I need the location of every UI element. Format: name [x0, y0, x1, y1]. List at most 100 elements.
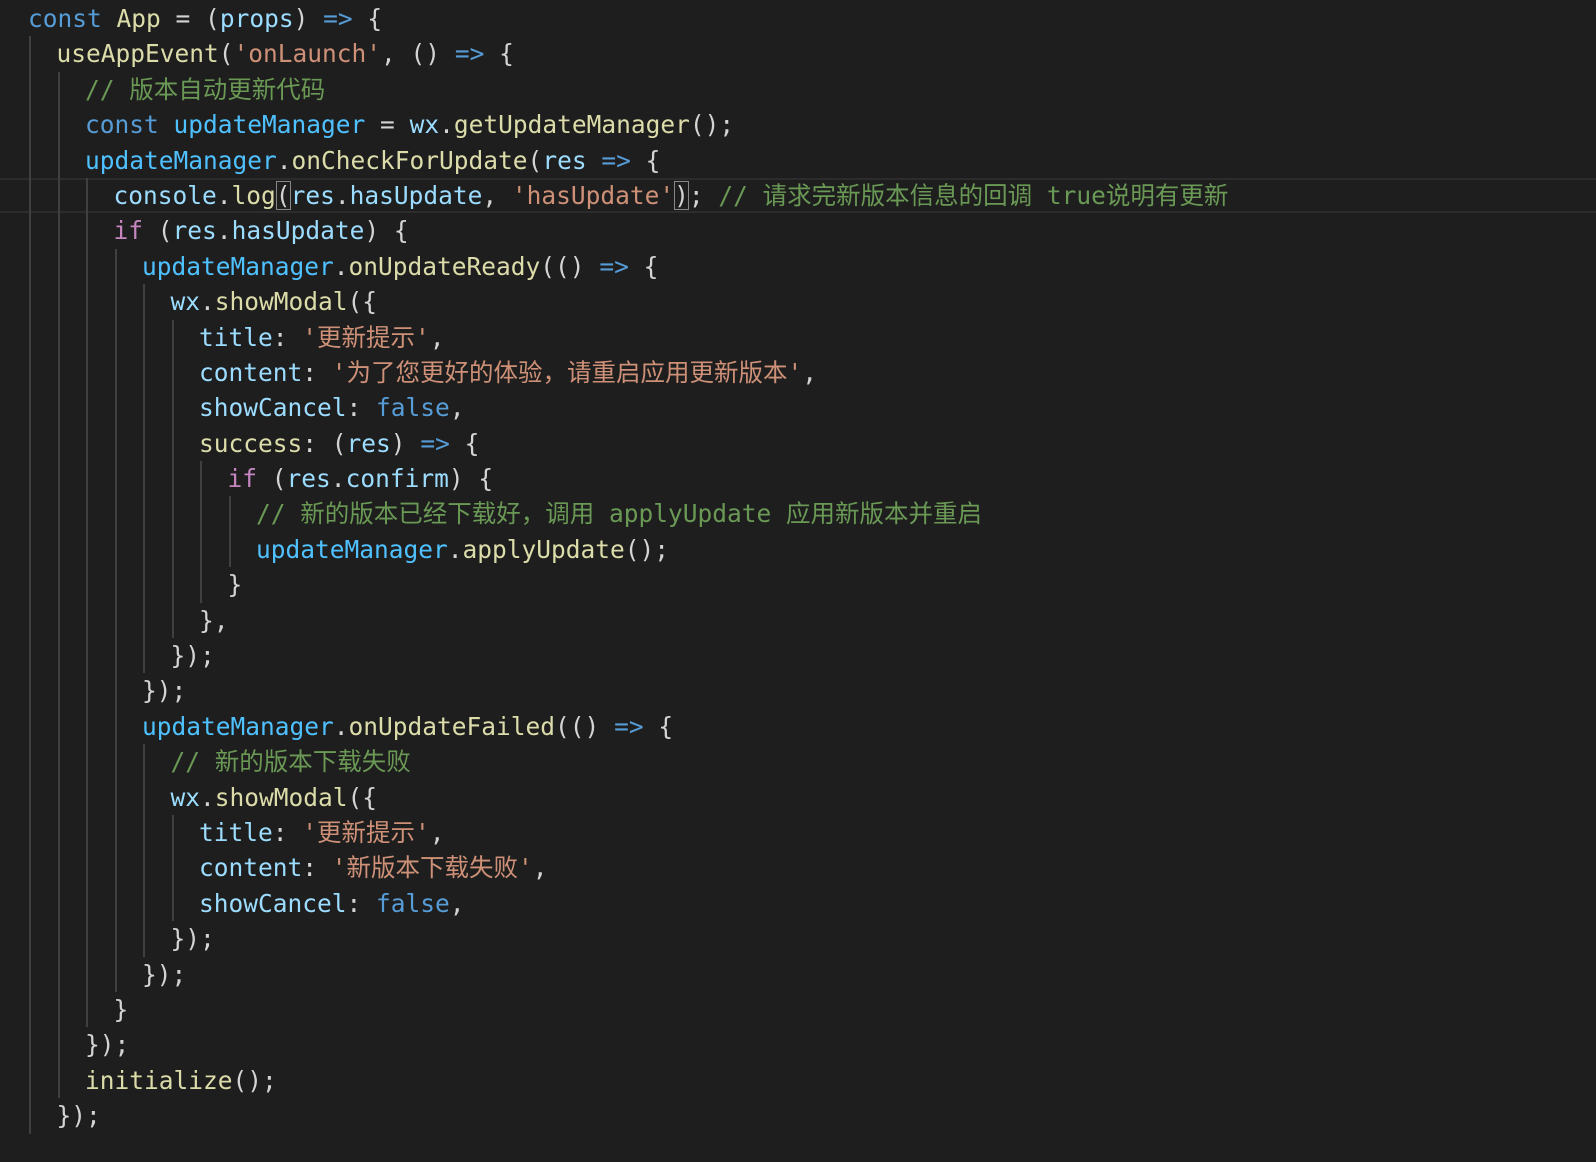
indent-guide	[86, 779, 88, 815]
code-token-punct: (	[218, 39, 234, 69]
code-token-function: onUpdateFailed	[348, 711, 556, 741]
indent-guide	[114, 850, 117, 886]
indent-guide	[57, 708, 60, 745]
indent-guide	[114, 425, 117, 462]
code-token-punct: ();	[624, 534, 670, 564]
code-token-keyword: false	[376, 888, 450, 918]
indent-guide	[57, 425, 60, 462]
line-text: if (res.confirm) {	[228, 461, 494, 496]
code-line[interactable]: if (res.hasUpdate) {	[0, 213, 1596, 249]
code-line[interactable]: title: '更新提示',	[0, 319, 1596, 355]
code-line[interactable]: console.log(res.hasUpdate, 'hasUpdate');…	[0, 177, 1596, 214]
code-line[interactable]: wx.showModal({	[0, 284, 1596, 320]
code-token-keyword: false	[376, 393, 450, 423]
code-line[interactable]: updateManager.applyUpdate();	[0, 531, 1596, 568]
indent-guide	[114, 284, 117, 320]
code-token-punct: .	[447, 534, 463, 564]
code-token-punct: ({	[347, 287, 378, 317]
code-token-punct: (()	[540, 251, 600, 281]
indent-guide	[29, 744, 31, 780]
code-token-punct: .	[333, 251, 349, 281]
code-token-constant: updateManager	[142, 711, 334, 741]
code-token-punct	[159, 110, 174, 139]
code-line[interactable]: }	[0, 567, 1596, 603]
indent-guide	[29, 814, 31, 851]
code-line[interactable]: });	[0, 1027, 1596, 1063]
code-line[interactable]: // 新的版本已经下载好，调用 applyUpdate 应用新版本并重启	[0, 496, 1596, 532]
code-line[interactable]: content: '新版本下载失败',	[0, 850, 1596, 886]
code-token-punct: = (	[160, 4, 220, 33]
indent-guide	[29, 531, 31, 568]
code-token-variable: res	[542, 145, 587, 175]
code-line[interactable]: const updateManager = wx.getUpdateManage…	[0, 107, 1596, 143]
indent-guide	[86, 213, 88, 249]
code-line[interactable]: showCancel: false,	[0, 390, 1596, 426]
code-token-punct: });	[56, 1101, 101, 1131]
line-text: });	[142, 957, 186, 992]
code-line[interactable]: updateManager.onUpdateFailed(() => {	[0, 708, 1596, 745]
code-line[interactable]: }	[0, 991, 1596, 1028]
code-token-punct: (	[527, 145, 543, 175]
code-line[interactable]: });	[0, 673, 1596, 709]
code-token-punct: {	[643, 711, 674, 741]
line-text: content: '为了您更好的体验，请重启应用更新版本',	[199, 355, 817, 390]
code-line[interactable]: });	[0, 956, 1596, 992]
indent-guide	[143, 638, 145, 674]
code-line[interactable]: useAppEvent('onLaunch', () => {	[0, 36, 1596, 72]
indent-guide	[86, 319, 88, 355]
code-token-punct	[102, 4, 117, 33]
code-token-punct: , ()	[381, 39, 455, 69]
indent-guide	[29, 1098, 31, 1134]
code-line[interactable]: title: '更新提示',	[0, 814, 1596, 851]
code-line[interactable]: updateManager.onUpdateReady(() => {	[0, 248, 1596, 285]
code-line[interactable]: wx.showModal({	[0, 779, 1596, 815]
line-text: });	[171, 921, 215, 956]
code-line[interactable]: updateManager.onCheckForUpdate(res => {	[0, 142, 1596, 178]
code-line[interactable]: });	[0, 1098, 1596, 1134]
code-line[interactable]: });	[0, 921, 1596, 957]
code-token-punct: :	[302, 357, 332, 387]
indent-guide	[57, 496, 60, 532]
code-line[interactable]: if (res.confirm) {	[0, 461, 1596, 497]
code-line[interactable]: showCancel: false,	[0, 885, 1596, 922]
indent-guide	[143, 602, 145, 639]
code-line[interactable]: initialize();	[0, 1062, 1596, 1099]
indent-guide	[57, 744, 60, 780]
code-token-punct: ,	[449, 888, 465, 918]
indent-guide	[114, 354, 117, 391]
line-text: const updateManager = wx.getUpdateManage…	[85, 107, 734, 142]
code-token-keyword: const	[85, 110, 159, 140]
indent-guide	[114, 531, 117, 568]
code-token-punct: .	[334, 180, 350, 210]
indent-guide	[114, 602, 117, 639]
code-line[interactable]: // 新的版本下载失败	[0, 744, 1596, 780]
indent-guide	[57, 1027, 60, 1063]
indent-guide	[29, 425, 31, 462]
line-text: },	[199, 603, 229, 638]
line-text: updateManager.onCheckForUpdate(res => {	[85, 143, 660, 178]
code-token-punct: (()	[555, 711, 615, 741]
code-editor[interactable]: const App = (props) => {useAppEvent('onL…	[0, 0, 1596, 1162]
code-token-comment: // 版本自动更新代码	[85, 74, 326, 104]
code-line[interactable]: const App = (props) => {	[0, 1, 1596, 36]
indent-guide	[143, 461, 145, 497]
indent-guide	[57, 850, 60, 886]
indent-guide	[29, 991, 31, 1028]
code-token-punct: });	[170, 641, 215, 671]
matched-bracket: (	[275, 180, 291, 210]
code-line[interactable]: success: (res) => {	[0, 425, 1596, 462]
line-text: wx.showModal({	[171, 780, 378, 815]
code-line[interactable]: },	[0, 602, 1596, 639]
code-token-variable: res	[290, 180, 335, 210]
code-line[interactable]: });	[0, 638, 1596, 674]
indent-guide	[57, 213, 60, 249]
code-line[interactable]: content: '为了您更好的体验，请重启应用更新版本',	[0, 354, 1596, 391]
code-token-punct: });	[142, 676, 187, 706]
code-line[interactable]: // 版本自动更新代码	[0, 71, 1596, 108]
code-token-punct: }	[113, 994, 129, 1024]
indent-guide	[29, 213, 31, 249]
indent-guide	[57, 531, 60, 568]
code-token-punct: {	[352, 4, 383, 33]
code-token-punct: .	[333, 711, 349, 741]
code-token-function: showModal	[214, 782, 348, 812]
